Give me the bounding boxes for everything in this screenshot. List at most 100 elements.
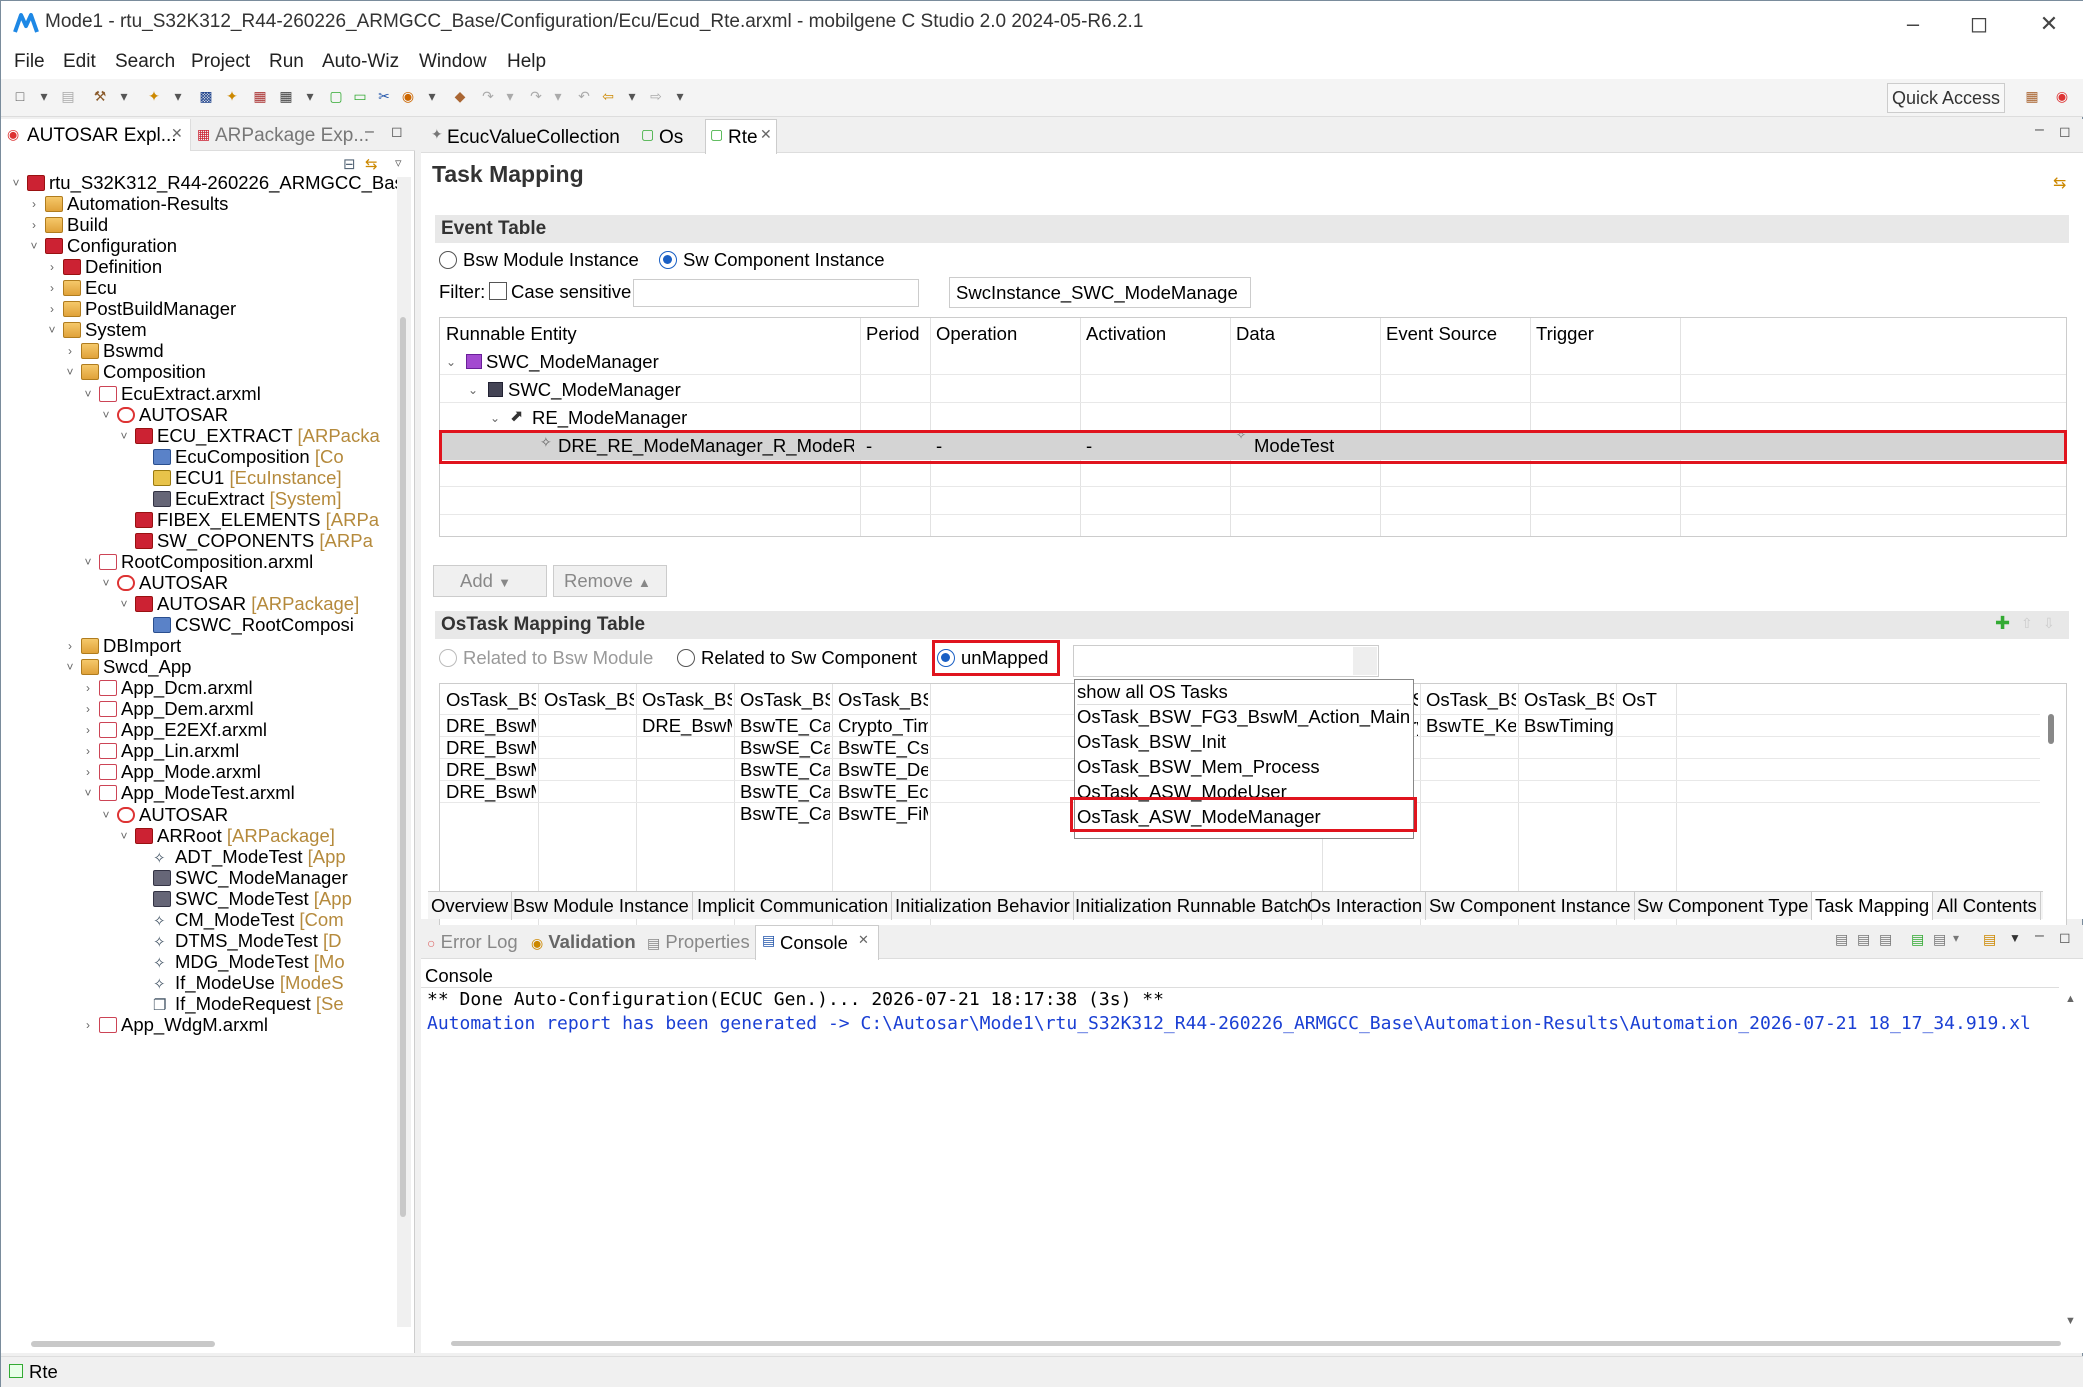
- ostask-column-header[interactable]: OsTask_BSW...: [642, 686, 732, 714]
- minimize-button[interactable]: –: [1895, 7, 1931, 41]
- tab-arpackage-explorer[interactable]: ▦ ARPackage Exp...: [195, 119, 369, 151]
- menu-window[interactable]: Window: [419, 51, 487, 73]
- remove-button[interactable]: Remove ▲: [553, 565, 667, 597]
- dropdown-item[interactable]: OsTask_BSW_Init: [1077, 730, 1226, 754]
- table-row[interactable]: ⌄ SWC_ModeManager: [440, 348, 2066, 376]
- menu-help[interactable]: Help: [507, 51, 546, 73]
- quick-access-field[interactable]: Quick Access: [1887, 83, 2005, 113]
- tab-ecucvaluecollection[interactable]: ✦ EcucValueCollection: [427, 121, 627, 153]
- dropdown-icon[interactable]: ▾: [549, 87, 567, 105]
- ostask-cell[interactable]: BswTE_CanT: [740, 800, 830, 828]
- page-tab-initialization-behavior[interactable]: Initialization Behavior: [892, 892, 1074, 920]
- link-editor-icon[interactable]: ⇆: [365, 155, 378, 173]
- expand-arrow-icon[interactable]: ˅: [63, 653, 77, 681]
- move-down-icon[interactable]: ⇩: [2043, 615, 2055, 632]
- dropdown-icon[interactable]: ▾: [623, 87, 641, 105]
- star-icon[interactable]: ✦: [223, 87, 241, 105]
- table-row[interactable]: ⌄ SWC_ModeManager: [440, 376, 2066, 404]
- debug-icon[interactable]: ◉: [399, 87, 417, 105]
- collapse-all-icon[interactable]: ⊟: [343, 155, 356, 173]
- radio-bsw-module-instance[interactable]: Bsw Module Instance: [439, 249, 639, 271]
- expand-arrow-icon[interactable]: ˅: [27, 232, 41, 260]
- page-tab-initialization-runnable-batch[interactable]: Initialization Runnable Batch: [1072, 892, 1313, 920]
- page-tab-sw-component-type[interactable]: Sw Component Type: [1634, 892, 1813, 920]
- radio-related-sw-component[interactable]: Related to Sw Component: [677, 647, 917, 669]
- back-icon[interactable]: ⇦: [599, 87, 617, 105]
- menu-edit[interactable]: Edit: [63, 51, 96, 73]
- close-tab-icon[interactable]: ✕: [171, 125, 183, 142]
- scroll-lock-icon[interactable]: ▤: [1857, 931, 1870, 948]
- maximize-button[interactable]: ◻: [1961, 7, 1997, 41]
- save-icon[interactable]: ▤: [59, 87, 77, 105]
- build-icon[interactable]: ⚒: [91, 87, 109, 105]
- dropdown-item[interactable]: OsTask_BSW_Mem_Process: [1077, 755, 1320, 779]
- expand-arrow-icon[interactable]: ˅: [81, 779, 95, 807]
- chart-icon[interactable]: ▦: [251, 87, 269, 105]
- perspective-icon[interactable]: ▦: [2023, 87, 2041, 105]
- expand-arrow-icon[interactable]: ˅: [117, 422, 131, 450]
- maximize-view-icon[interactable]: ◻: [391, 123, 403, 140]
- instance-selector[interactable]: SwcInstance_SWC_ModeManage: [949, 277, 1251, 308]
- new-icon[interactable]: □: [11, 87, 29, 105]
- ostask-column-header[interactable]: OsTask_BSW...: [740, 686, 830, 714]
- tab-os[interactable]: ▢ Os: [639, 121, 699, 153]
- move-up-icon[interactable]: ⇧: [2021, 615, 2033, 632]
- dropdown-icon[interactable]: ▾: [35, 87, 53, 105]
- collapsed-arrow-icon[interactable]: ›: [81, 1011, 95, 1039]
- dropdown-icon[interactable]: ▾: [671, 87, 689, 105]
- menu-search[interactable]: Search: [115, 51, 175, 73]
- table-row[interactable]: ⌄ ⬈ RE_ModeManager: [440, 404, 2066, 432]
- ostask-combo-input[interactable]: [1073, 645, 1379, 677]
- column-header-event-source[interactable]: Event Source: [1386, 320, 1497, 348]
- console-link-line[interactable]: Automation report has been generated -> …: [427, 1013, 2057, 1034]
- menu-project[interactable]: Project: [191, 51, 250, 73]
- add-button[interactable]: Add ▼: [433, 565, 547, 597]
- tab-properties[interactable]: ▤ Properties: [647, 931, 750, 953]
- column-header-activation[interactable]: Activation: [1086, 320, 1166, 348]
- clear-console-icon[interactable]: ▤: [1835, 931, 1848, 948]
- grid-scroll-thumb[interactable]: [2048, 714, 2054, 744]
- pin-console-icon[interactable]: ▤: [1911, 931, 1924, 948]
- page-tab-os-interaction[interactable]: Os Interaction: [1304, 892, 1427, 920]
- grid-icon[interactable]: ▦: [277, 87, 295, 105]
- page-tab-overview[interactable]: Overview: [428, 892, 513, 920]
- maximize-editor-icon[interactable]: ◻: [2059, 123, 2071, 140]
- expand-arrow-icon[interactable]: ˅: [81, 380, 95, 408]
- dropdown-icon[interactable]: ▾: [423, 87, 441, 105]
- expand-arrow-icon[interactable]: ˅: [99, 569, 113, 597]
- page-tab-sw-component-instance[interactable]: Sw Component Instance: [1426, 892, 1635, 920]
- refresh-icon[interactable]: ⇆: [2053, 173, 2066, 193]
- tab-validation[interactable]: ◉ Validation: [531, 931, 636, 953]
- close-window-button[interactable]: ✕: [2031, 7, 2067, 41]
- combo-button[interactable]: [1353, 647, 1377, 675]
- menu-run[interactable]: Run: [269, 51, 304, 73]
- close-tab-icon[interactable]: ✕: [760, 126, 772, 143]
- forward-icon[interactable]: ⇨: [647, 87, 665, 105]
- rect-icon[interactable]: ▭: [351, 87, 369, 105]
- ostask-cell[interactable]: BswTE_FiM: [838, 800, 928, 828]
- dropdown-item-show-all[interactable]: show all OS Tasks: [1077, 680, 1411, 705]
- radio-related-bsw-module[interactable]: Related to Bsw Module: [439, 647, 653, 669]
- case-sensitive-checkbox[interactable]: [489, 282, 507, 300]
- page-tab-bsw-module-instance[interactable]: Bsw Module Instance: [510, 892, 693, 920]
- ostask-column-header[interactable]: OsT: [1622, 686, 1674, 714]
- page-tab-all-contents[interactable]: All Contents: [1934, 892, 2041, 920]
- minimize-editor-icon[interactable]: –: [2035, 121, 2044, 139]
- next-annotation-icon[interactable]: ↷: [527, 87, 545, 105]
- tab-autosar-explorer[interactable]: ◉ AUTOSAR Expl... ✕: [1, 119, 191, 151]
- view-menu-icon[interactable]: ▼: [2009, 931, 2021, 945]
- menu-file[interactable]: File: [14, 51, 45, 73]
- dropdown-icon[interactable]: ▾: [115, 87, 133, 105]
- ostask-column-header[interactable]: OsTask_BSW...: [1524, 686, 1614, 714]
- filter-input[interactable]: [633, 279, 919, 307]
- autosar-perspective-icon[interactable]: ◉: [2053, 87, 2071, 105]
- terminal-icon[interactable]: ▩: [197, 87, 215, 105]
- ostask-column-header[interactable]: OsTask_BSW...: [446, 686, 536, 714]
- column-header-runnable-entity[interactable]: Runnable Entity: [446, 320, 577, 348]
- open-console-icon[interactable]: ▤: [1983, 931, 1996, 948]
- collapse-arrow-icon[interactable]: ⌄: [490, 404, 500, 432]
- scroll-up-icon[interactable]: ▲: [2065, 993, 2076, 1005]
- page-tab-task-mapping[interactable]: Task Mapping: [1812, 892, 1934, 920]
- expand-arrow-icon[interactable]: ˅: [63, 358, 77, 386]
- expand-arrow-icon[interactable]: ˅: [45, 316, 59, 344]
